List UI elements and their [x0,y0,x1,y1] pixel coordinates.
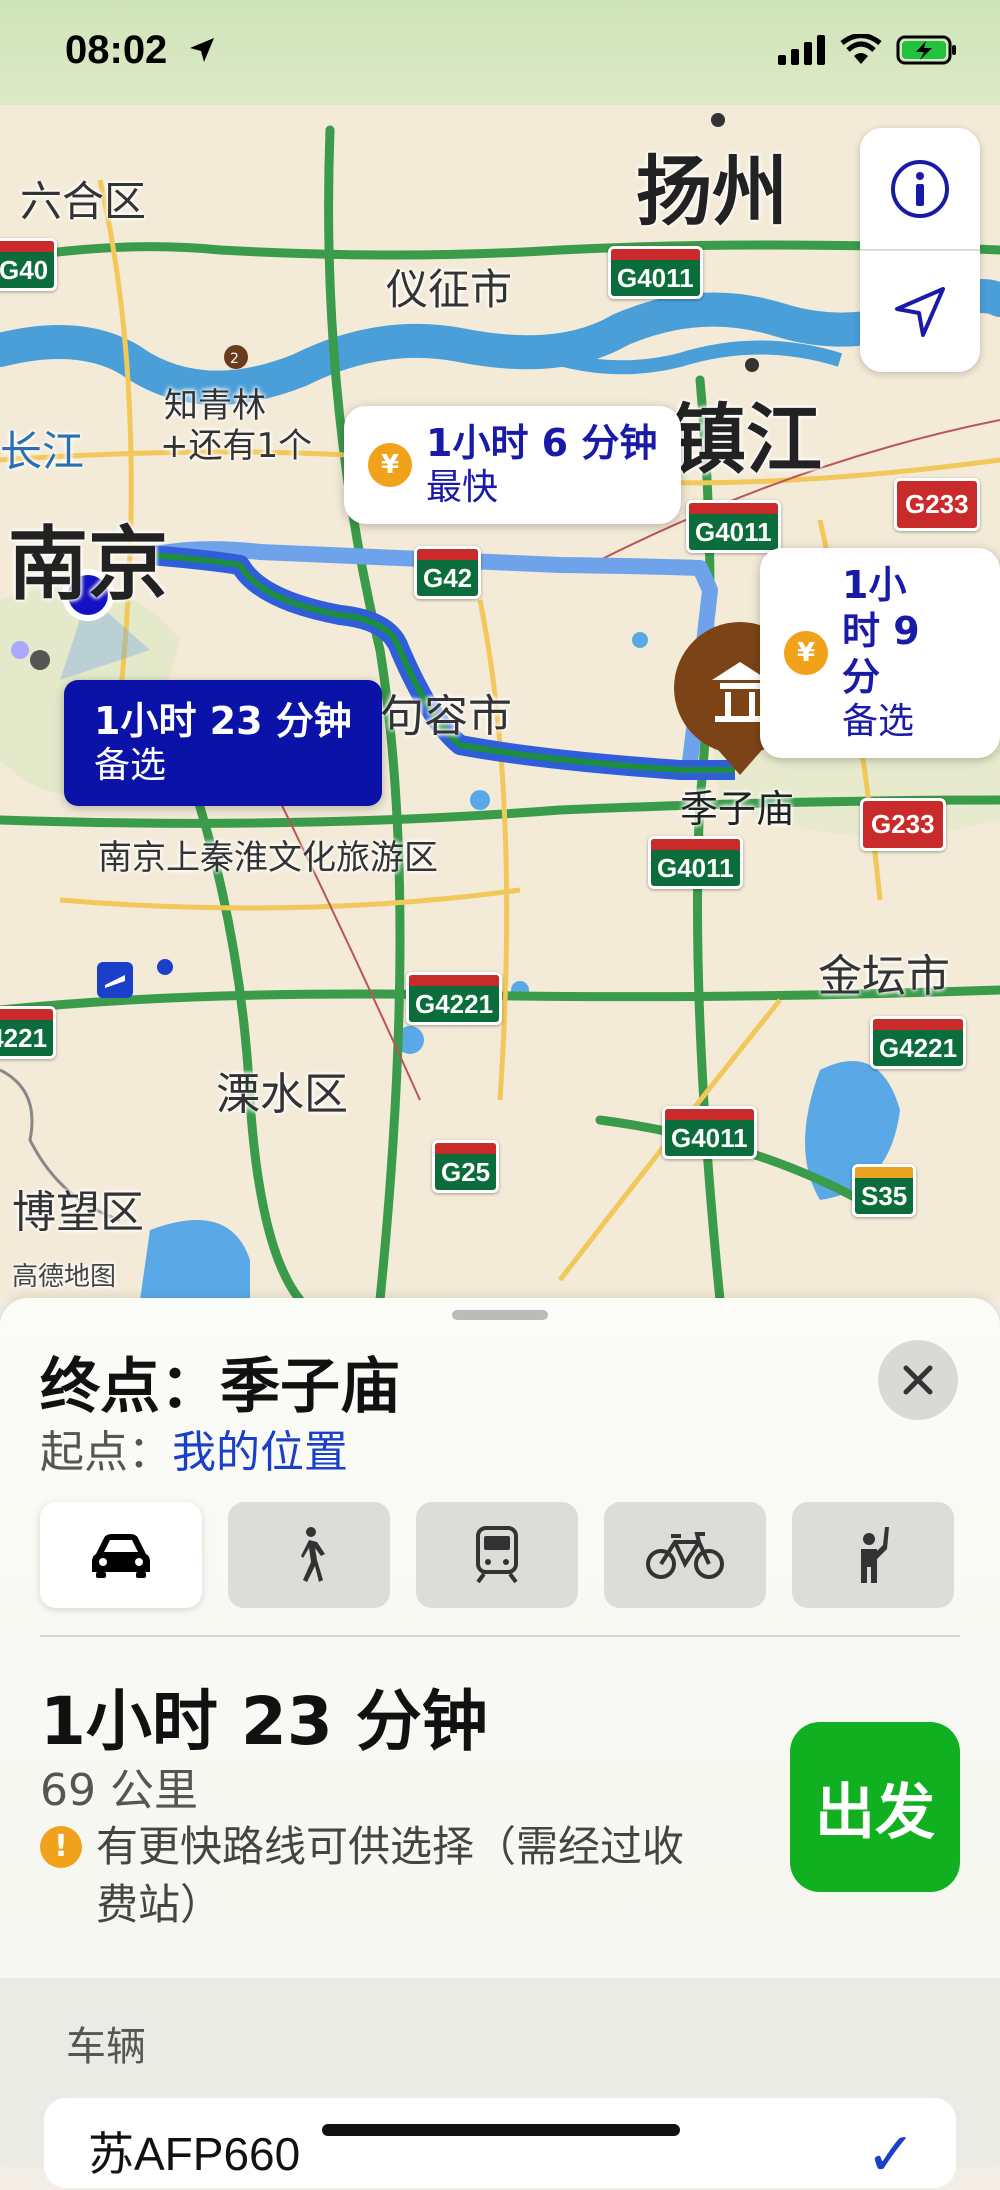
transport-modes [40,1502,954,1608]
directions-sheet[interactable]: 终点：季子庙 起点：我的位置 1小时 23 分钟 69 公里 ! 有更快路线可供… [0,1298,1000,2190]
route-duration: 1小时 23 分钟 [40,1683,488,1760]
bicycle-icon [646,1532,724,1579]
home-indicator[interactable] [322,2124,680,2136]
cellular-signal-icon [778,35,825,65]
wifi-icon [840,34,882,64]
route-callout-alt[interactable]: ¥ 1小时 9 分 备选 [760,548,1000,758]
place-label-nanjing: 南京 [8,518,168,611]
place-label-jurong: 句容市 [380,691,512,742]
route-callout-fastest[interactable]: ¥ 1小时 6 分钟 最快 [344,406,682,524]
route-tag: 备选 [842,701,915,742]
road-shield: G4011 [662,1106,757,1159]
close-icon [903,1365,933,1395]
warning-icon: ! [40,1826,82,1868]
road-shield: G233 [860,798,946,851]
origin-link[interactable]: 我的位置 [172,1427,348,1478]
destination-title: 终点：季子庙 [40,1352,400,1422]
origin-label: 起点： [40,1427,172,1478]
vehicle-header: 车辆 [66,2024,146,2070]
road-shield: G25 [432,1140,500,1193]
map-attribution: 高德地图 [12,1262,117,1292]
route-callout-selected[interactable]: 1小时 23 分钟 备选 [64,680,382,806]
place-label-lishui: 溧水区 [216,1069,348,1120]
road-shield: G233 [894,478,980,531]
sheet-grabber[interactable] [452,1310,548,1320]
mode-cycle-button[interactable] [604,1502,766,1608]
place-label-bowang: 博望区 [12,1187,144,1238]
mode-transit-button[interactable] [416,1502,578,1608]
road-shield: S35 [852,1164,917,1217]
place-label-yizheng: 仪征市 [386,265,513,314]
road-shield: G4011 [648,836,743,889]
status-bar: 08:02 [0,0,1000,105]
warning-text: 有更快路线可供选择（需经过收费站） [96,1822,685,1929]
toll-icon: ¥ [368,443,412,487]
route-tag: 最快 [426,467,499,508]
place-label-zhenjiang: 镇江 [670,395,822,484]
battery-charging-icon [896,35,956,65]
divider [40,1635,960,1637]
place-label-qinhuai: 南京上秦淮文化旅游区 [98,838,438,878]
place-label-jintan: 金坛市 [818,951,950,1002]
location-services-icon [190,38,214,62]
place-label-liuhe: 六合区 [20,177,147,226]
route-time: 1小时 23 分钟 [94,699,352,743]
go-button[interactable]: 出发 [790,1722,960,1892]
route-time: 1小时 6 分钟 [426,421,658,465]
place-label-yangzhou: 扬州 [636,147,788,236]
road-shield: G4221 [870,1016,967,1069]
road-shield: G4221 [0,1006,57,1059]
road-shield: G42 [414,546,482,599]
car-icon [92,1534,150,1578]
status-time: 08:02 [65,28,168,72]
svg-text:2: 2 [230,351,239,367]
location-arrow-icon [895,286,945,337]
route-tag: 备选 [94,745,167,786]
mode-drive-button[interactable] [40,1502,202,1608]
walk-icon [301,1527,325,1582]
rideshare-icon [861,1527,889,1583]
vehicle-item[interactable]: 苏AFP660 ✓ [44,2098,956,2190]
info-button[interactable] [860,128,980,249]
mode-rideshare-button[interactable] [792,1502,954,1608]
place-label-more[interactable]: +还有1个 [160,418,312,467]
close-button[interactable] [878,1340,958,1420]
vehicle-section: 车辆 苏AFP660 ✓ [0,1978,1000,2190]
info-icon [891,159,949,218]
road-shield: G4011 [686,500,781,553]
road-shield: G4011 [608,246,703,299]
road-shield: G4221 [406,972,503,1025]
vehicle-plate: 苏AFP660 [88,2128,301,2180]
faster-route-warning: ! 有更快路线可供选择（需经过收费站） [40,1818,720,1934]
route-time: 1小时 9 分 [842,563,920,699]
map-controls [860,128,980,372]
mode-walk-button[interactable] [228,1502,390,1608]
locate-button[interactable] [860,249,980,372]
train-icon [476,1526,518,1584]
toll-icon: ¥ [784,631,828,675]
road-shield: G40 [0,238,58,291]
route-distance: 69 公里 [40,1765,198,1816]
checkmark-icon: ✓ [865,2120,916,2190]
origin-row: 起点：我的位置 [40,1416,348,1480]
place-label-jizimiao[interactable]: 季子庙 [680,778,794,833]
place-label-changjiang: 长江 [0,427,85,476]
